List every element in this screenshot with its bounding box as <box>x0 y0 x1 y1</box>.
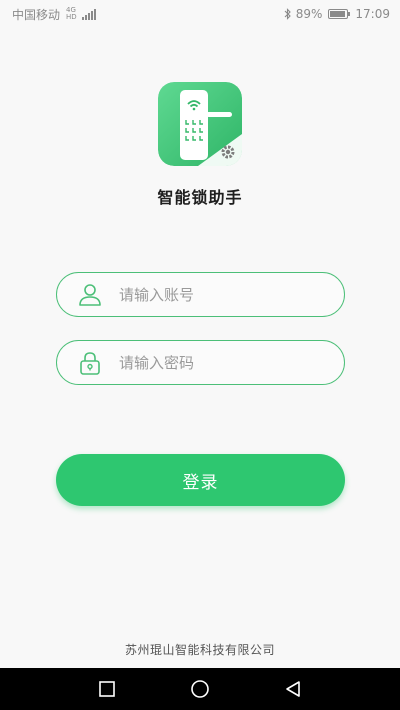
lock-icon <box>77 350 103 376</box>
navigation-bar <box>0 668 400 710</box>
app-title: 智能锁助手 <box>157 188 243 207</box>
triangle-back-icon <box>286 681 301 697</box>
password-input[interactable] <box>119 353 319 372</box>
network-type-bottom: HD <box>66 13 77 21</box>
status-left: 中国移动 4G HD <box>12 6 96 23</box>
signal-icon <box>81 8 96 20</box>
account-field[interactable] <box>56 272 345 317</box>
battery-fill <box>330 11 345 17</box>
clock: 17:09 <box>355 7 390 21</box>
carrier-label: 中国移动 <box>12 7 61 22</box>
smart-lock-logo-icon <box>158 82 242 166</box>
network-type: 4G HD <box>66 7 77 21</box>
home-button[interactable] <box>180 669 220 709</box>
recent-apps-button[interactable] <box>87 669 127 709</box>
account-input[interactable] <box>119 285 319 304</box>
battery-percent: 89% <box>295 7 323 21</box>
battery-icon <box>328 9 351 19</box>
status-right: 89% 17:09 <box>284 7 390 21</box>
back-button[interactable] <box>273 669 313 709</box>
status-bar: 中国移动 4G HD 89% 17:09 <box>0 0 400 28</box>
user-icon <box>77 282 103 308</box>
login-screen: 中国移动 4G HD 89% 17:09 智能锁助手 请输入账号 登录 苏州琨山… <box>0 0 400 710</box>
password-field[interactable] <box>56 340 345 385</box>
company-name: 苏州琨山智能科技有限公司 <box>124 643 275 657</box>
square-icon <box>98 681 115 697</box>
bluetooth-icon <box>284 8 291 20</box>
circle-icon <box>191 680 209 698</box>
login-button[interactable]: 登录 <box>56 454 345 506</box>
